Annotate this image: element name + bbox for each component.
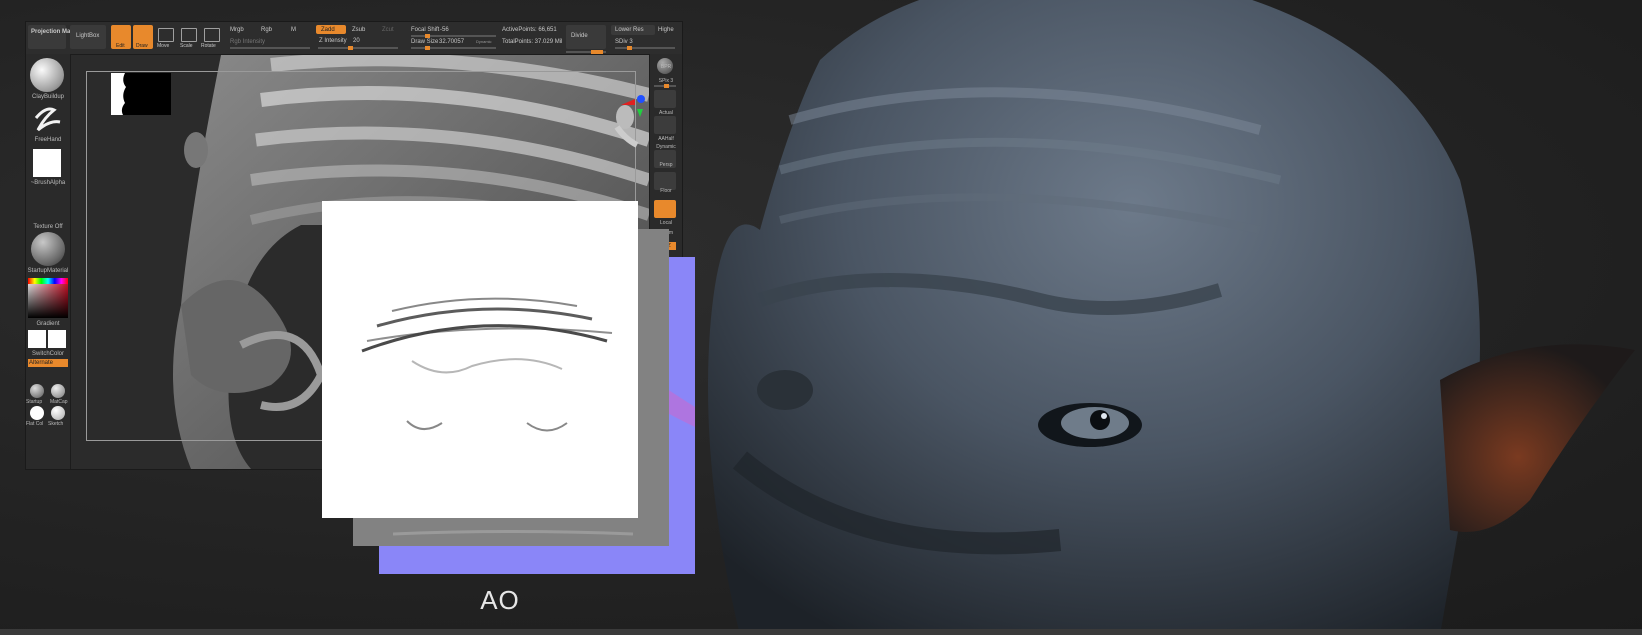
flat-color-material-icon[interactable] [30,406,44,420]
scale-label: Scale [180,43,193,49]
aahalf-button[interactable] [654,116,676,134]
bottom-border [0,629,1642,635]
character-render [700,0,1642,635]
alpha-preview-thumbnail [111,73,171,115]
draw-size-slider[interactable] [411,46,496,50]
rgb-toggle[interactable]: Rgb [261,27,272,33]
z-intensity-label: Z Intensity [319,38,347,44]
hue-strip[interactable] [28,278,68,284]
material-icon[interactable] [31,232,65,266]
draw-size-label: Draw Size [411,39,439,45]
top-toolbar: Projection Master LightBox Edit Draw Mov… [26,22,682,55]
focal-shift-slider[interactable] [411,34,496,38]
stroke-icon[interactable] [32,104,64,136]
map-caption: AO [480,585,520,615]
brush-icon[interactable] [30,58,64,92]
alpha-label: ~BrushAlpha [30,180,66,186]
color-picker[interactable] [28,278,68,318]
main-color-swatch[interactable] [28,330,46,348]
draw-label: Draw [136,43,148,49]
stroke-label: FreeHand [34,137,62,143]
sketch-material-icon[interactable] [51,406,65,420]
z-intensity-slider[interactable] [318,46,398,50]
local-label: Local [660,220,672,226]
goblin-head-render [708,0,1635,635]
material-label: StartupMaterial [27,268,69,274]
draw-size-value: 32.70057 [439,39,465,45]
matcap-label: MatCap [50,399,68,405]
rgb-intensity-slider[interactable] [230,47,310,49]
startup-label: Startup [26,399,43,405]
rgb-intensity-label: Rgb Intensity [230,39,266,45]
switch-color-button[interactable]: SwitchColor [26,351,70,357]
local-button[interactable] [654,200,676,218]
divide-label: Divide [571,33,588,39]
texture-button[interactable]: Texture Off [26,224,70,230]
zcut-button[interactable]: Zcut [382,27,394,33]
zsub-button[interactable]: Zsub [352,27,365,33]
brush-label: ClayBuildup [31,94,65,100]
bpr-label: BPR [660,64,672,70]
sketch-label: Sketch [48,421,64,427]
persp-label: Persp [659,162,673,168]
m-toggle[interactable]: M [291,27,296,33]
z-intensity-value: 20 [353,38,360,44]
secondary-color-swatch[interactable] [48,330,66,348]
divide-slider[interactable] [566,50,606,54]
focal-shift-value: -56 [440,27,449,33]
zadd-label: Zadd [321,27,335,33]
lightbox-label: LightBox [76,33,100,39]
ao-map-card [322,201,638,518]
focal-shift-label: Focal Shift [411,27,440,33]
floor-label: Floor [660,188,672,194]
move-label: Move [157,43,170,49]
sdiv-slider[interactable] [615,46,675,50]
lower-res-label: Lower Res [615,27,644,33]
active-points: ActivePoints: 66,651 [502,27,557,33]
matcap-material-icon[interactable] [51,384,65,398]
edit-label: Edit [116,43,125,49]
mrgb-toggle[interactable]: Mrgb [230,27,244,33]
scale-icon[interactable] [181,28,197,42]
sdiv-label: SDiv 3 [615,39,633,45]
dynamic-toggle[interactable]: Dynamic [476,39,492,44]
gradient-label: Gradient [36,321,60,327]
total-points: TotalPoints: 37.029 Mil [502,39,563,45]
higher-res-button[interactable]: Highe [658,27,674,33]
actual-button[interactable] [654,90,676,108]
move-icon[interactable] [158,28,174,42]
rotate-label: Rotate [201,43,216,49]
alternate-label: Alternate [29,360,54,366]
left-shelf: ClayBuildup FreeHand ~BrushAlpha Texture… [26,54,71,469]
aahalf-label: AAHalf [658,136,674,142]
alpha-icon[interactable] [33,149,61,177]
projection-master-label: Projection Master [31,29,82,35]
spix-slider[interactable] [654,84,676,88]
flat-color-label: Flat Col [26,421,44,427]
rotate-icon[interactable] [204,28,220,42]
navigation-head-gizmo[interactable] [611,95,649,155]
startup-material-icon[interactable] [30,384,44,398]
